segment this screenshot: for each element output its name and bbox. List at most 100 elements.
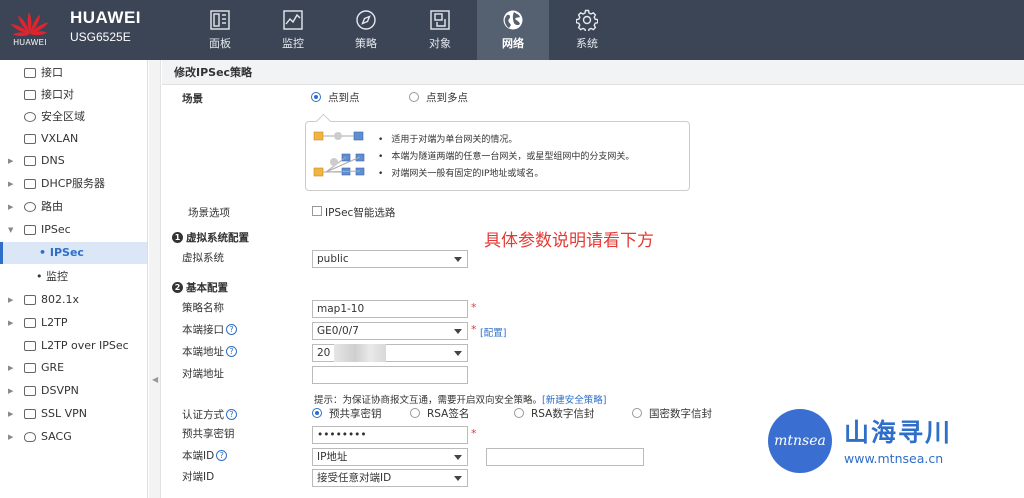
tab-label: 对象 — [429, 37, 451, 50]
expand-arrow-icon[interactable]: ▶ — [8, 403, 13, 425]
redacted-address-mask — [334, 344, 386, 362]
local-address-label-text: 本端地址 — [182, 346, 224, 358]
sidebar-item-dsvpn[interactable]: ▶ DSVPN — [0, 380, 147, 402]
ssl-vpn-icon — [24, 409, 36, 419]
sidebar-collapse-handle[interactable]: ◀ — [149, 60, 161, 498]
sidebar-item-8021x[interactable]: ▶ 802.1x — [0, 289, 147, 311]
auth-radio-sm-env[interactable] — [632, 408, 642, 418]
help-icon[interactable]: ? — [226, 324, 237, 335]
smart-route-label[interactable]: IPSec智能选路 — [325, 205, 395, 220]
sidebar-item-vxlan[interactable]: VXLAN — [0, 128, 147, 150]
vsys-label: 虚拟系统 — [182, 252, 224, 264]
auth-option-psk[interactable]: 预共享密钥 — [329, 406, 382, 421]
local-id-select[interactable]: IP地址 — [312, 448, 468, 466]
section-number-2: 2 — [172, 282, 183, 293]
watermark-name: 山海寻川 — [844, 418, 953, 447]
scene-radio-p2p[interactable] — [311, 92, 321, 102]
scene-option-p2mp[interactable]: 点到多点 — [426, 90, 468, 105]
huawei-petal-icon — [10, 12, 49, 37]
sidebar-item-gre[interactable]: ▶ GRE — [0, 357, 147, 379]
help-icon[interactable]: ? — [226, 346, 237, 357]
auth-option-rsa-env[interactable]: RSA数字信封 — [531, 406, 594, 421]
new-security-policy-link[interactable]: [新建安全策略] — [542, 395, 606, 406]
psk-input[interactable]: •••••••• — [312, 426, 468, 444]
logo-text: HUAWEI — [13, 38, 47, 47]
section-number-1: 1 — [172, 232, 183, 243]
policy-name-input[interactable]: map1-10 — [312, 300, 468, 318]
expand-arrow-icon[interactable]: ▶ — [8, 312, 13, 334]
expand-arrow-icon[interactable]: ▶ — [8, 426, 13, 448]
auth-radio-psk[interactable] — [312, 408, 322, 418]
scene-option-label: 场景选项 — [188, 207, 230, 219]
expand-arrow-icon[interactable]: ▶ — [8, 380, 13, 402]
section-basic-heading: 2 基本配置 — [172, 280, 228, 295]
sidebar-item-label: • 监控 — [36, 270, 68, 283]
sidebar-item-routing[interactable]: ▶ 路由 — [0, 196, 147, 218]
sidebar-item-label: SSL VPN — [41, 407, 87, 420]
vsys-select[interactable]: public — [312, 250, 468, 268]
peer-id-label: 对端ID — [182, 471, 215, 483]
tab-network[interactable]: 网络 — [477, 0, 549, 60]
expand-arrow-icon[interactable]: ▶ — [8, 357, 13, 379]
dhcp-icon — [24, 179, 36, 189]
peer-address-input[interactable] — [312, 366, 468, 384]
sidebar-item-dns[interactable]: ▶ DNS — [0, 150, 147, 172]
scene-option-p2p[interactable]: 点到点 — [328, 90, 360, 105]
expand-arrow-icon[interactable]: ▶ — [8, 150, 13, 172]
sidebar-item-ssl-vpn[interactable]: ▶ SSL VPN — [0, 403, 147, 425]
l2tp-icon — [24, 318, 36, 328]
local-id-label-text: 本端ID — [182, 450, 215, 462]
local-id-value-input[interactable] — [486, 448, 644, 466]
scene-radio-p2mp[interactable] — [409, 92, 419, 102]
sidebar-item-label: L2TP over IPSec — [41, 339, 129, 352]
tab-monitor[interactable]: 监控 — [257, 0, 329, 60]
collapse-left-icon[interactable]: ◀ — [152, 375, 158, 384]
auth-radio-rsa-sig[interactable] — [410, 408, 420, 418]
local-id-label: 本端ID? — [182, 448, 228, 463]
expand-arrow-icon[interactable]: ▶ — [8, 289, 13, 311]
sidebar-item-label: 接口 — [41, 66, 63, 79]
sidebar-item-dhcp[interactable]: ▶ DHCP服务器 — [0, 173, 147, 195]
help-icon[interactable]: ? — [226, 409, 237, 420]
sidebar-item-security-zone[interactable]: 安全区域 — [0, 106, 147, 128]
sidebar-item-label: 802.1x — [41, 293, 80, 306]
sidebar-item-label: IPSec — [41, 223, 71, 236]
tab-system[interactable]: 系统 — [551, 0, 623, 60]
psk-label: 预共享密钥 — [182, 428, 235, 440]
collapse-arrow-icon[interactable]: ▼ — [8, 219, 13, 241]
auth-option-sm-env[interactable]: 国密数字信封 — [649, 406, 712, 421]
scene-info-list: 适用于对端为单台网关的情况。 本端为隧道两端的任意一台网关，或星型组网中的分支网… — [378, 132, 634, 183]
sidebar-item-sacg[interactable]: ▶ SACG — [0, 426, 147, 448]
sidebar-subitem-monitor[interactable]: • 监控 — [0, 266, 147, 288]
expand-arrow-icon[interactable]: ▶ — [8, 173, 13, 195]
dsvpn-icon — [24, 386, 36, 396]
peer-id-select[interactable]: 接受任意对端ID — [312, 469, 468, 487]
device-brand: HUAWEI USG6525E — [70, 8, 141, 44]
sidebar-item-ipsec[interactable]: ▼ IPSec — [0, 219, 147, 241]
sacg-icon — [24, 432, 36, 442]
tab-object[interactable]: 对象 — [404, 0, 476, 60]
tab-label: 网络 — [502, 37, 524, 50]
auth-radio-rsa-env[interactable] — [514, 408, 524, 418]
sidebar-item-interface[interactable]: 接口 — [0, 62, 147, 84]
sidebar-item-label: • IPSec — [39, 246, 84, 259]
auth-option-rsa-sig[interactable]: RSA签名 — [427, 406, 469, 421]
device-model: USG6525E — [70, 30, 131, 44]
sidebar-item-interface-pair[interactable]: 接口对 — [0, 84, 147, 106]
watermark: mtnsea 山海寻川 www.mtnsea.cn — [768, 407, 968, 477]
sidebar-item-l2tp-over-ipsec[interactable]: L2TP over IPSec — [0, 335, 147, 357]
help-icon[interactable]: ? — [216, 450, 228, 461]
tab-dashboard[interactable]: 面板 — [184, 0, 256, 60]
huawei-logo[interactable]: HUAWEI — [8, 8, 52, 52]
object-icon — [430, 10, 450, 30]
smart-route-checkbox[interactable] — [312, 206, 322, 216]
section-title: 虚拟系统配置 — [186, 232, 249, 244]
sidebar-subitem-ipsec[interactable]: • IPSec — [0, 242, 147, 264]
security-policy-tip: 提示：为保证协商报文互通，需要开启双向安全策略。[新建安全策略] — [314, 392, 606, 406]
sidebar-item-l2tp[interactable]: ▶ L2TP — [0, 312, 147, 334]
expand-arrow-icon[interactable]: ▶ — [8, 196, 13, 218]
config-link[interactable]: [配置] — [480, 325, 506, 339]
scene-info-item: 对端网关一般有固定的IP地址或域名。 — [378, 166, 634, 183]
tab-policy[interactable]: 策略 — [330, 0, 402, 60]
local-interface-select[interactable]: GE0/0/7 — [312, 322, 468, 340]
